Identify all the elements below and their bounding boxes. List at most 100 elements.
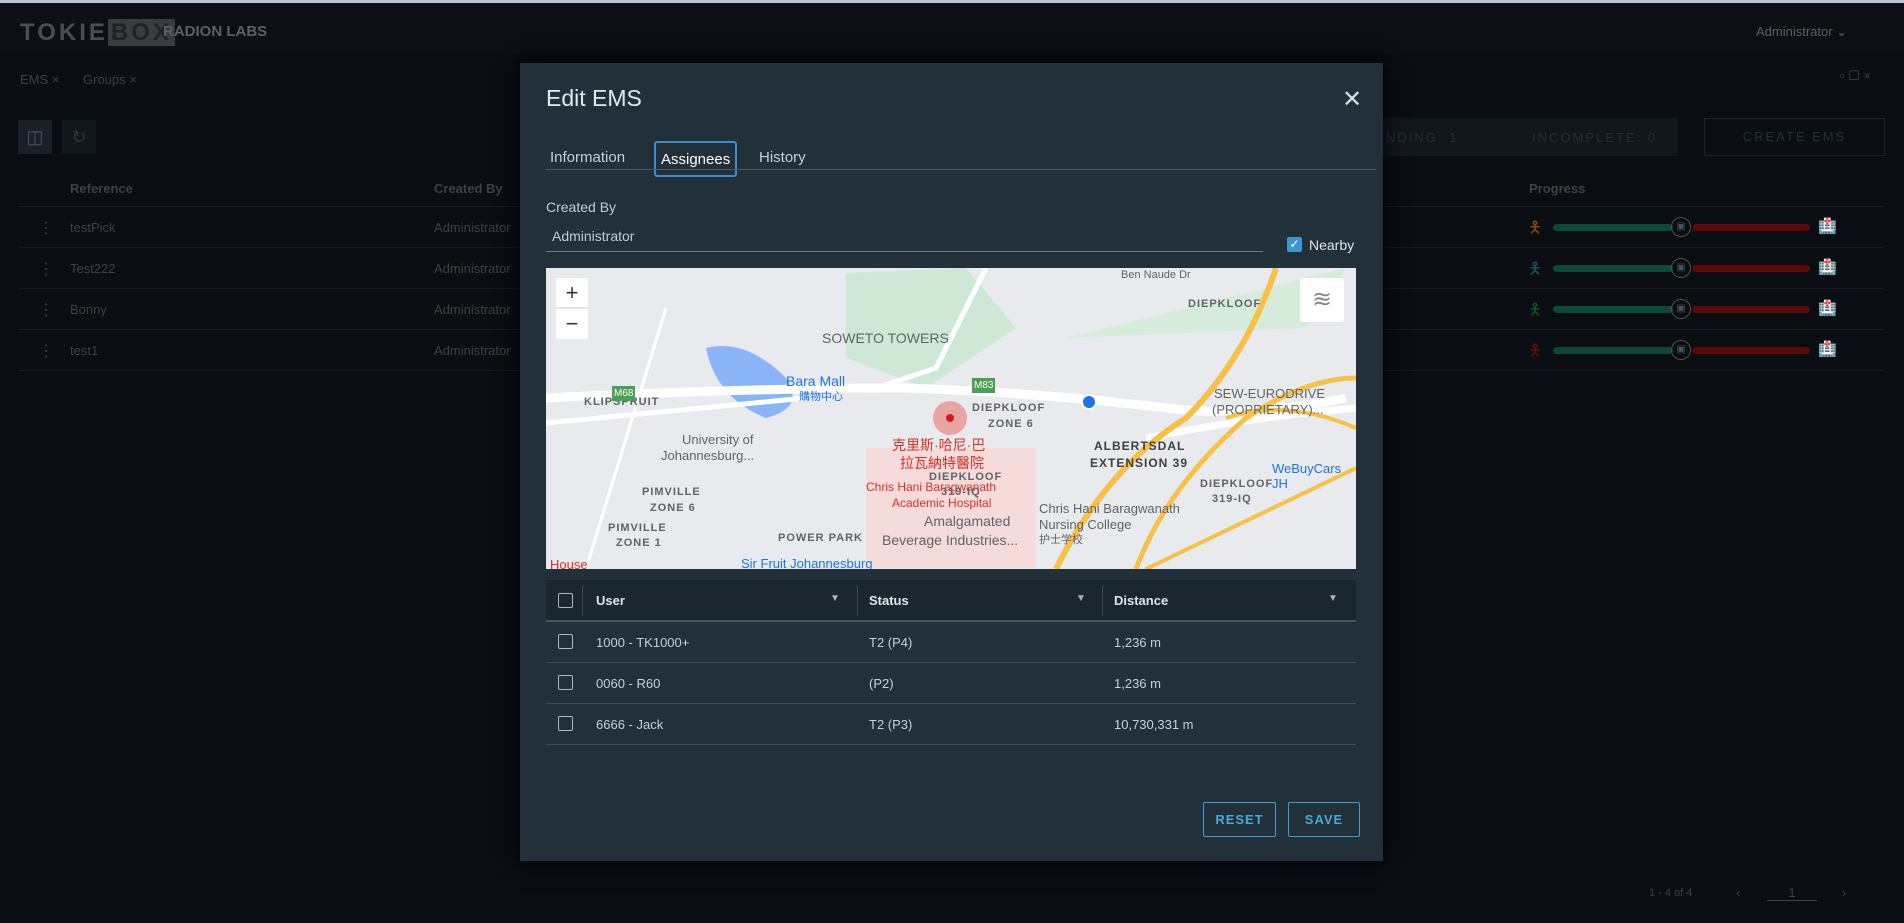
close-icon[interactable]: ✕ xyxy=(1342,85,1362,114)
tab-history[interactable]: History xyxy=(754,141,811,177)
assignee-row[interactable]: 6666 - Jack T2 (P3) 10,730,331 m xyxy=(546,704,1356,745)
pagination-summary: 1 - 4 of 4 xyxy=(1649,887,1693,899)
row-checkbox[interactable] xyxy=(558,634,573,649)
person-icon: 🯅 xyxy=(1528,302,1543,319)
tab-ems[interactable]: EMS × xyxy=(20,72,59,87)
nearby-label: Nearby xyxy=(1309,237,1355,253)
map[interactable]: + − ≋ SOWETO TOWERS Bara Mall 購物中心 KLIPS… xyxy=(546,268,1356,569)
map-label: Nursing College xyxy=(1039,517,1132,532)
prev-page-button[interactable]: ‹ xyxy=(1736,885,1740,900)
reset-button[interactable]: RESET xyxy=(1203,802,1276,837)
map-label: ZONE 6 xyxy=(650,502,696,514)
map-label: University of xyxy=(682,432,754,447)
row-menu-icon[interactable]: ⋮ xyxy=(38,341,54,361)
progress-remaining xyxy=(1692,347,1810,354)
tab-assignees[interactable]: Assignees xyxy=(654,141,738,177)
row-menu-icon[interactable]: ⋮ xyxy=(38,218,54,238)
filter-icon[interactable]: ▼ xyxy=(1328,593,1338,604)
progress-done xyxy=(1553,224,1673,231)
cell-distance: 1,236 m xyxy=(1114,676,1161,691)
filter-icon[interactable]: ▼ xyxy=(830,593,840,604)
row-checkbox[interactable] xyxy=(558,675,573,690)
map-label: ALBERTSDAL xyxy=(1094,439,1186,453)
save-button[interactable]: SAVE xyxy=(1288,802,1360,837)
progress-done xyxy=(1553,306,1673,313)
row-menu-icon[interactable]: ⋮ xyxy=(38,300,54,320)
map-label: DIEPKLOOF xyxy=(1200,478,1274,490)
map-label: Bara Mall xyxy=(786,373,846,389)
map-label: PIMVILLE xyxy=(608,522,667,534)
org-name: RADION LABS xyxy=(163,23,268,40)
ambulance-icon: ▣ xyxy=(1671,299,1691,319)
hospital-icon: 🏥 xyxy=(1818,259,1837,276)
map-label: ZONE 1 xyxy=(616,537,662,549)
assignee-row[interactable]: 1000 - TK1000+ T2 (P4) 1,236 m xyxy=(546,622,1356,663)
map-label: POWER PARK xyxy=(778,532,863,544)
zoom-out-button[interactable]: − xyxy=(556,309,588,339)
map-label: SEW-EURODRIVE xyxy=(1214,386,1325,401)
refresh-icon[interactable]: ↻ xyxy=(62,120,96,154)
create-ems-button[interactable]: CREATE EMS xyxy=(1704,118,1885,156)
columns-toggle-icon[interactable]: ◫ xyxy=(18,120,52,154)
user-menu[interactable]: Administrator ⌄ xyxy=(1756,24,1847,40)
map-label: 319-IQ xyxy=(1212,493,1252,505)
progress-done xyxy=(1553,265,1673,272)
tab-information[interactable]: Information xyxy=(545,141,630,177)
map-label: WeBuyCars JH xyxy=(1272,461,1342,491)
hospital-icon: 🏥 xyxy=(1818,341,1837,358)
map-label: M83 xyxy=(972,378,996,393)
map-label: Ben Naude Dr xyxy=(1121,269,1191,281)
created-by-field[interactable]: Administrator xyxy=(546,228,1263,252)
map-label: ZONE 6 xyxy=(988,418,1034,430)
person-icon: 🯅 xyxy=(1528,261,1543,278)
ambulance-icon: ▣ xyxy=(1671,217,1691,237)
page-input[interactable]: 1 xyxy=(1767,885,1817,901)
map-label: PIMVILLE xyxy=(642,486,701,498)
map-label: (PROPRIETARY)... xyxy=(1212,402,1324,417)
pending-filter[interactable]: NDING: 1 xyxy=(1386,130,1458,145)
dialog-title: Edit EMS xyxy=(546,85,642,111)
assignee-row[interactable]: 0060 - R60 (P2) 1,236 m xyxy=(546,663,1356,704)
progress-remaining xyxy=(1692,224,1810,231)
progress-remaining xyxy=(1692,306,1810,313)
cell-user: 6666 - Jack xyxy=(596,717,664,732)
person-icon: 🯅 xyxy=(1528,343,1543,360)
map-label: Johannesburg... xyxy=(661,448,755,463)
ambulance-icon: ▣ xyxy=(1671,258,1691,278)
progress-done xyxy=(1553,347,1673,354)
header-status[interactable]: Status xyxy=(869,593,909,608)
select-all-checkbox[interactable] xyxy=(558,593,573,608)
nearby-checkbox[interactable]: ✓ xyxy=(1287,237,1302,252)
map-label: 护士学校 xyxy=(1039,534,1083,546)
edit-ems-dialog: Edit EMS ✕ Information Assignees History… xyxy=(520,63,1383,861)
window-controls[interactable]: ▫ ☐ × xyxy=(1840,68,1871,84)
map-label: House xyxy=(550,557,588,569)
cell-status: T2 (P3) xyxy=(869,717,913,732)
map-label: Beverage Industries... xyxy=(882,532,1019,548)
map-label: Chris Hani Baragwanath xyxy=(1039,501,1180,516)
cell-distance: 1,236 m xyxy=(1114,635,1161,650)
app-header: TOKIE BOX RADION LABS Administrator ⌄ xyxy=(0,3,1904,53)
tab-groups[interactable]: Groups × xyxy=(83,72,137,87)
ambulance-icon: ▣ xyxy=(1671,340,1691,360)
zoom-in-button[interactable]: + xyxy=(556,278,588,308)
row-checkbox[interactable] xyxy=(558,716,573,731)
map-label: 克里斯·哈尼·巴 xyxy=(892,437,986,453)
map-label: SOWETO TOWERS xyxy=(822,330,949,346)
cell-status: T2 (P4) xyxy=(869,635,913,650)
next-page-button[interactable]: › xyxy=(1842,885,1846,900)
cell-distance: 10,730,331 m xyxy=(1114,717,1194,732)
map-label: M68 xyxy=(612,386,636,401)
filter-icon[interactable]: ▼ xyxy=(1076,593,1086,604)
header-distance[interactable]: Distance xyxy=(1114,593,1168,608)
map-label: DIEPKLOOF xyxy=(929,471,1003,483)
person-icon: 🯅 xyxy=(1528,220,1543,237)
row-menu-icon[interactable]: ⋮ xyxy=(38,259,54,279)
header-user[interactable]: User xyxy=(596,593,625,608)
incomplete-filter[interactable]: INCOMPLETE: 0 xyxy=(1532,130,1657,145)
map-label: DIEPKLOOF xyxy=(1188,298,1262,310)
hospital-icon: 🏥 xyxy=(1818,218,1837,235)
logo: TOKIE BOX xyxy=(20,19,175,47)
map-label: Sir Fruit Johannesburg xyxy=(741,556,873,569)
layers-icon[interactable]: ≋ xyxy=(1300,278,1344,322)
